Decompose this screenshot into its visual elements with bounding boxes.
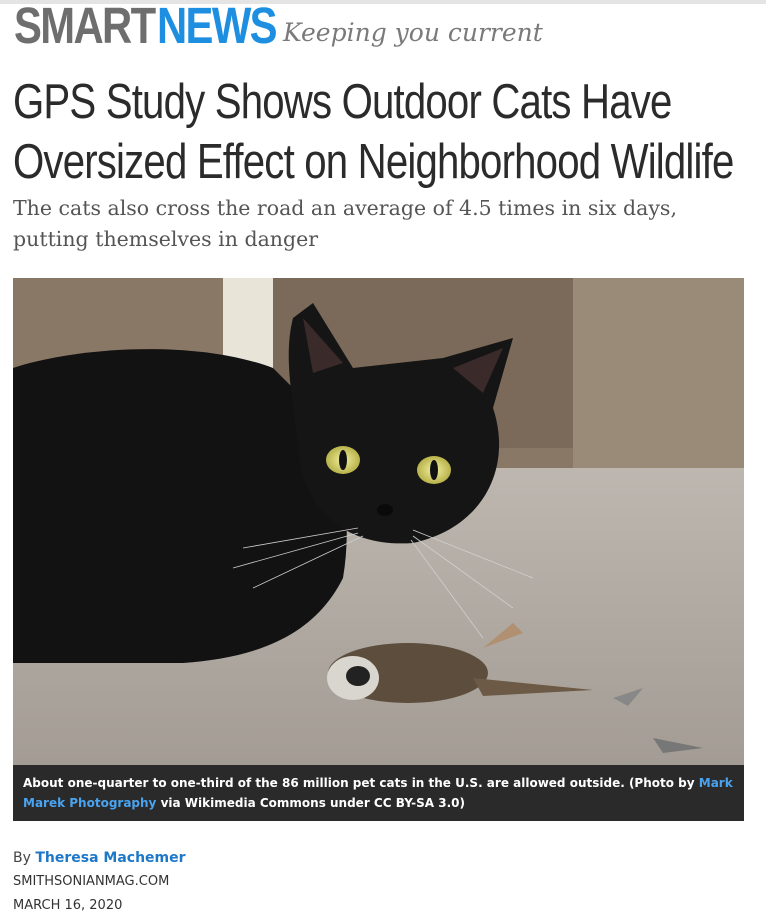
caption-text-before: About one-quarter to one-third of the 86… — [23, 776, 699, 790]
headline-line-2: Oversized Effect on Neighborhood Wildlif… — [13, 135, 734, 189]
caption-text-after: via Wikimedia Commons under CC BY-SA 3.0… — [156, 796, 465, 810]
author-link[interactable]: Theresa Machemer — [35, 850, 185, 866]
byline: By Theresa Machemer — [13, 850, 186, 866]
logo-smart: SMART — [14, 0, 156, 54]
article-photo[interactable] — [13, 278, 744, 765]
source-label: SMITHSONIANMAG.COM — [13, 874, 170, 889]
headline-line-1: GPS Study Shows Outdoor Cats Have — [13, 75, 672, 129]
cat-with-bird-illustration — [13, 278, 744, 765]
smartnews-logo[interactable]: SMART NEWS — [14, 0, 302, 52]
byline-prefix: By — [13, 850, 36, 866]
tagline: Keeping you current — [283, 18, 543, 47]
article-headline: GPS Study Shows Outdoor Cats Have Oversi… — [13, 72, 766, 192]
photo-caption: About one-quarter to one-third of the 86… — [13, 765, 744, 821]
logo-news: NEWS — [157, 0, 278, 54]
article-subhead: The cats also cross the road an average … — [13, 196, 677, 251]
publish-date: MARCH 16, 2020 — [13, 898, 123, 913]
